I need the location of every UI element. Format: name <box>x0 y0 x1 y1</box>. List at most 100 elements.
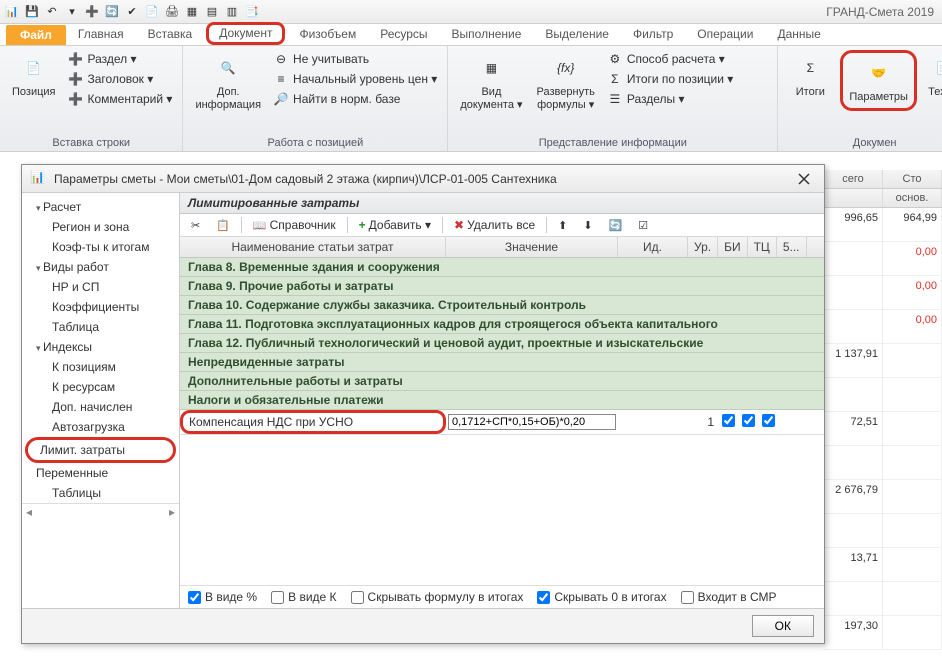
check2-button[interactable]: ☑ <box>633 218 653 233</box>
extra-info-button[interactable]: 🔍 Доп. информация <box>191 50 265 113</box>
ignore-button[interactable]: ⊖Не учитывать <box>271 50 439 68</box>
option-1[interactable]: В виде К <box>271 590 336 604</box>
delete-all-button[interactable]: ✖ Удалить все <box>449 217 540 233</box>
chapter-header[interactable]: Налоги и обязательные платежи <box>180 391 824 410</box>
column-headers: Наименование статьи затрат Значение Ид. … <box>180 237 824 258</box>
fx-icon: {fx} <box>550 52 582 84</box>
tree-item[interactable]: Регион и зона <box>22 217 179 237</box>
plus-icon[interactable]: ➕ <box>84 4 100 20</box>
close-button[interactable] <box>792 169 816 189</box>
tree-item[interactable]: НР и СП <box>22 277 179 297</box>
ribbon-group-view: ▦ Вид документа ▾ {fx} Развернуть формул… <box>448 46 778 151</box>
option-4[interactable]: Входит в СМР <box>681 590 777 604</box>
section-menu[interactable]: ➕Раздел ▾ <box>66 50 175 68</box>
tab-data[interactable]: Данные <box>765 24 832 45</box>
doc-icon: 📄 <box>927 52 942 84</box>
tab-document[interactable]: Документ <box>206 22 285 45</box>
parameters-button[interactable]: 🤝 Параметры <box>845 55 912 106</box>
save-icon[interactable]: 💾 <box>24 4 40 20</box>
cost-row[interactable]: Компенсация НДС при УСНО 1 <box>180 410 824 435</box>
refresh-icon[interactable]: 🔄 <box>104 4 120 20</box>
tech-button[interactable]: 📄 Техни <box>923 50 942 101</box>
move-up-button[interactable]: ⬆ <box>553 218 572 233</box>
cost-row-value-input[interactable] <box>448 414 616 430</box>
tab-resources[interactable]: Ресурсы <box>368 24 439 45</box>
tab-file[interactable]: Файл <box>6 25 66 45</box>
doc-view-button[interactable]: ▦ Вид документа ▾ <box>456 50 526 113</box>
undo-icon[interactable]: ↶ <box>44 4 60 20</box>
tree-item[interactable]: Таблица <box>22 317 179 337</box>
comment-menu[interactable]: ➕Комментарий ▾ <box>66 90 175 108</box>
option-0[interactable]: В виде % <box>188 590 257 604</box>
chapter-header[interactable]: Глава 11. Подготовка эксплуатационных ка… <box>180 315 824 334</box>
tree-item[interactable]: Индексы <box>22 337 179 357</box>
layout3-icon[interactable]: ▥ <box>224 4 240 20</box>
totals-button[interactable]: Σ Итоги <box>786 50 834 101</box>
header-menu[interactable]: ➕Заголовок ▾ <box>66 70 175 88</box>
chapter-header[interactable]: Глава 9. Прочие работы и затраты <box>180 277 824 296</box>
option-2[interactable]: Скрывать формулу в итогах <box>351 590 524 604</box>
refresh2-button[interactable]: 🔄 <box>604 218 628 233</box>
position-button[interactable]: 📄 Позиция <box>8 50 60 101</box>
position-totals-menu[interactable]: ΣИтоги по позиции ▾ <box>605 70 735 88</box>
cb-bi[interactable] <box>722 414 735 427</box>
app-title: ГРАНД-Смета 2019 <box>826 5 938 19</box>
tree-item[interactable]: Автозагрузка <box>22 417 179 437</box>
tree-item[interactable]: Доп. начислен <box>22 397 179 417</box>
chapter-header[interactable]: Дополнительные работы и затраты <box>180 372 824 391</box>
find-norm-button[interactable]: 🔎Найти в норм. базе <box>271 90 439 108</box>
plus-green-icon: ➕ <box>68 91 84 107</box>
print-icon[interactable]: 🖨 <box>164 4 180 20</box>
chapter-header[interactable]: Глава 12. Публичный технологический и це… <box>180 334 824 353</box>
tool-icon[interactable]: 📄 <box>144 4 160 20</box>
layout2-icon[interactable]: ▤ <box>204 4 220 20</box>
tree-item[interactable]: Лимит. затраты <box>25 437 176 463</box>
dialog-titlebar: 📊 Параметры сметы - Мои сметы\01-Дом сад… <box>22 165 824 193</box>
sigma-big-icon: Σ <box>794 52 826 84</box>
tab-filter[interactable]: Фильтр <box>621 24 685 45</box>
tree-item[interactable]: Виды работ <box>22 257 179 277</box>
chapter-header[interactable]: Глава 10. Содержание службы заказчика. С… <box>180 296 824 315</box>
tab-phys[interactable]: Физобъем <box>287 24 368 45</box>
dialog-footer: ОК <box>22 608 824 643</box>
ok-button[interactable]: ОК <box>752 615 814 637</box>
reference-button[interactable]: 📖 Справочник <box>248 217 341 233</box>
redo-icon[interactable]: ▾ <box>64 4 80 20</box>
tree-item[interactable]: Коэф-ты к итогам <box>22 237 179 257</box>
copy-button[interactable]: 📋 <box>211 218 235 233</box>
tree-item[interactable]: К позициям <box>22 357 179 377</box>
tab-main[interactable]: Главная <box>66 24 136 45</box>
chapters-list: Глава 8. Временные здания и сооруженияГл… <box>180 258 824 410</box>
cb-tc[interactable] <box>742 414 755 427</box>
tree-item[interactable]: К ресурсам <box>22 377 179 397</box>
chapter-header[interactable]: Глава 8. Временные здания и сооружения <box>180 258 824 277</box>
tree-item[interactable]: Таблицы <box>22 483 179 503</box>
add-button[interactable]: + Добавить ▾ <box>354 217 436 233</box>
quick-access-toolbar: 📊 💾 ↶ ▾ ➕ 🔄 ✔ 📄 🖨 ▦ ▤ ▥ 📑 <box>4 4 260 20</box>
scissors-button[interactable]: ✂ <box>186 218 205 233</box>
layout1-icon[interactable]: ▦ <box>184 4 200 20</box>
base-price-menu[interactable]: ≡Начальный уровень цен ▾ <box>271 70 439 88</box>
tree-item[interactable]: Расчет <box>22 197 179 217</box>
tree-scrollbar[interactable]: ◂▸ <box>22 503 179 519</box>
calc-method-menu[interactable]: ⚙Способ расчета ▾ <box>605 50 735 68</box>
plus-green-icon: ➕ <box>68 51 84 67</box>
tab-insert[interactable]: Вставка <box>136 24 205 45</box>
check-icon[interactable]: ✔ <box>124 4 140 20</box>
chapter-header[interactable]: Непредвиденные затраты <box>180 353 824 372</box>
tab-operations[interactable]: Операции <box>685 24 765 45</box>
tab-execution[interactable]: Выполнение <box>440 24 534 45</box>
x-icon[interactable]: 📑 <box>244 4 260 20</box>
minus-icon: ⊖ <box>273 51 289 67</box>
expand-formulas-button[interactable]: {fx} Развернуть формулы ▾ <box>533 50 599 113</box>
table-icon: ▦ <box>475 52 507 84</box>
move-down-button[interactable]: ⬇ <box>578 218 597 233</box>
option-3[interactable]: Скрывать 0 в итогах <box>537 590 666 604</box>
cb-5[interactable] <box>762 414 775 427</box>
sections-menu[interactable]: ☰Разделы ▾ <box>605 90 735 108</box>
ribbon-group-document: Σ Итоги 🤝 Параметры 📄 Техни Докумен <box>778 46 942 151</box>
tree-item[interactable]: Коэффициенты <box>22 297 179 317</box>
bg-col-total: сего <box>824 170 883 188</box>
tab-selection[interactable]: Выделение <box>533 24 621 45</box>
tree-item[interactable]: Переменные <box>22 463 179 483</box>
